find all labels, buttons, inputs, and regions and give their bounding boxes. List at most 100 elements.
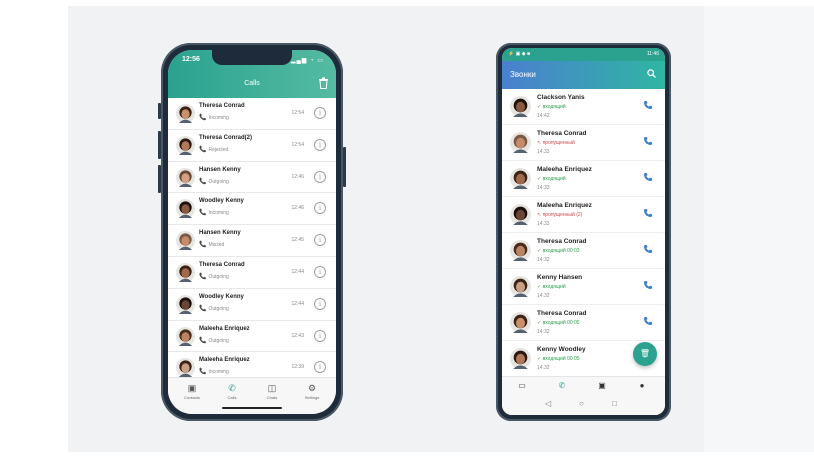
call-type: 📞 Incoming — [199, 114, 229, 121]
call-row[interactable]: Theresa Conrad(2) 📞 Rejected 12:54 i — [168, 130, 336, 162]
android-screen: ⚡ ▣ ◆ ■ 11:46 Звонки Clackson Yanis ✓ вхо… — [502, 48, 665, 415]
contact-name: Maleeha Enriquez — [199, 357, 250, 364]
call-row[interactable]: Clackson Yanis ✓ входящий 14:42 — [502, 89, 665, 125]
avatar — [510, 312, 531, 333]
call-type: 📞 Outgoing — [199, 273, 229, 280]
call-row[interactable]: Hansen Kenny 📞 Outgoing 12:46 i — [168, 162, 336, 194]
iphone-notch — [212, 50, 292, 65]
call-time: 12:43 — [291, 332, 304, 339]
call-row[interactable]: Hansen Kenny 📞 Missed 12:45 i — [168, 225, 336, 257]
info-icon[interactable]: i — [314, 361, 326, 374]
call-row[interactable]: Theresa Conrad ✓ входящий 00:05 14:32 — [502, 305, 665, 341]
contacts-icon[interactable]: ▣ — [592, 381, 612, 390]
call-type-label: Incoming — [208, 210, 229, 217]
call-type-label: Incoming — [208, 369, 229, 376]
call-row[interactable]: Theresa Conrad 📞 Incoming 12:54 i — [168, 98, 336, 130]
phone-icon[interactable] — [643, 316, 653, 326]
contacts-icon: ▣ — [187, 383, 197, 393]
call-list: Clackson Yanis ✓ входящий 14:42 Theresa Co… — [502, 89, 665, 377]
call-time: 12:45 — [291, 237, 304, 244]
status-time: 12:56 — [182, 56, 200, 63]
call-status: ↖ пропущенный — [537, 140, 575, 146]
tab-settings[interactable]: ⚙ Settings — [296, 382, 328, 400]
contact-name: Woodley Kenny — [199, 198, 244, 205]
call-row[interactable]: Maleeha Enriquez ✓ входящий 14:33 — [502, 161, 665, 197]
contact-name: Maleeha Enriquez — [537, 166, 592, 173]
call-arrow-icon: 📞 — [199, 305, 207, 312]
tab-chats[interactable]: ◫ Chats — [256, 382, 288, 400]
home-icon[interactable]: ○ — [579, 399, 584, 408]
call-type: 📞 Outgoing — [199, 305, 229, 312]
info-icon[interactable]: i — [314, 202, 326, 215]
call-row[interactable]: Woodley Kenny 📞 Outgoing 12:44 i — [168, 289, 336, 321]
tab-label: Calls — [227, 395, 237, 400]
call-time: 12:39 — [291, 364, 304, 371]
info-icon[interactable]: i — [314, 234, 326, 247]
search-icon[interactable] — [647, 69, 656, 78]
call-type: 📞 Rejected — [199, 146, 228, 153]
info-icon[interactable]: i — [314, 297, 326, 310]
page-title: Звонки — [510, 70, 536, 79]
iphone-volume-down — [158, 165, 161, 193]
system-navigation-bar: ◁ ○ □ — [502, 396, 665, 415]
delete-fab-button[interactable]: 🗑 — [633, 342, 657, 366]
phone-icon[interactable]: ✆ — [552, 381, 572, 390]
phone-icon[interactable] — [643, 244, 653, 254]
contact-name: Clackson Yanis — [537, 94, 585, 101]
call-time: 14:32 — [537, 365, 550, 371]
contact-name: Theresa Conrad — [199, 261, 245, 268]
info-icon[interactable]: i — [314, 107, 326, 119]
home-indicator — [222, 407, 282, 409]
call-type: 📞 Incoming — [199, 209, 229, 216]
info-icon[interactable]: i — [314, 265, 326, 278]
contact-name: Hansen Kenny — [199, 166, 241, 173]
chat-icon[interactable]: ▭ — [512, 381, 532, 390]
call-row[interactable]: Maleeha Enriquez 📞 Outgoing 12:43 i — [168, 321, 336, 353]
call-type: 📞 Missed — [199, 241, 224, 248]
missed-call-icon: 📞 — [199, 146, 207, 153]
call-status: ✓ входящий 00:05 — [537, 320, 580, 326]
iphone-screen: 12:56 ▂▄▆ ◔ ▭ Calls Theresa Conrad 📞 Incom… — [168, 50, 336, 414]
info-icon[interactable]: i — [314, 138, 326, 151]
tab-label: Contacts — [184, 395, 200, 400]
background-panel-right — [704, 6, 814, 452]
trash-icon[interactable] — [318, 77, 329, 89]
phone-icon[interactable] — [643, 100, 653, 110]
back-icon[interactable]: ◁ — [545, 399, 551, 408]
trash-icon: 🗑 — [639, 349, 651, 358]
tab-calls[interactable]: ✆ Calls — [216, 382, 248, 400]
info-icon[interactable]: i — [314, 170, 326, 183]
call-row[interactable]: Kenny Hansen ✓ входящий 14:32 — [502, 269, 665, 305]
call-row[interactable]: Theresa Conrad 📞 Outgoing 12:44 i — [168, 257, 336, 289]
call-arrow-icon: 📞 — [199, 337, 207, 344]
call-time: 12:44 — [291, 268, 304, 275]
tab-label: Chats — [266, 395, 278, 400]
call-row[interactable]: Maleeha Enriquez ↖ пропущенный (2) 14:33 — [502, 197, 665, 233]
phone-icon[interactable] — [643, 208, 653, 218]
call-time: 14:32 — [537, 329, 550, 335]
call-row[interactable]: Theresa Conrad ✓ входящий 00:03 14:32 — [502, 233, 665, 269]
info-icon[interactable]: i — [314, 329, 326, 342]
contact-name: Maleeha Enriquez — [199, 325, 250, 332]
contact-name: Kenny Hansen — [537, 274, 583, 281]
call-row[interactable]: Woodley Kenny 📞 Incoming 12:46 i — [168, 193, 336, 226]
call-type-label: Outgoing — [208, 305, 229, 312]
recents-icon[interactable]: □ — [612, 399, 617, 408]
person-icon[interactable]: ● — [632, 381, 652, 390]
avatar — [176, 104, 195, 123]
android-status-bar: ⚡ ▣ ◆ ■ 11:46 — [502, 48, 665, 61]
page-title: Calls — [244, 80, 260, 87]
call-status: ✓ входящий 00:05 — [537, 356, 580, 362]
call-status: ✓ входящий — [537, 176, 566, 182]
phone-icon[interactable] — [643, 280, 653, 290]
iphone-volume-up — [158, 131, 161, 159]
avatar — [176, 199, 195, 219]
tab-contacts[interactable]: ▣ Contacts — [176, 382, 208, 400]
phone-icon[interactable] — [643, 136, 653, 146]
call-row[interactable]: Theresa Conrad ↖ пропущенный 14:33 — [502, 125, 665, 161]
contact-name: Hansen Kenny — [199, 230, 241, 237]
call-time: 14:33 — [537, 221, 550, 227]
phone-icon[interactable] — [643, 172, 653, 182]
avatar — [176, 262, 195, 282]
status-icons-left: ⚡ ▣ ◆ ■ — [508, 51, 530, 57]
